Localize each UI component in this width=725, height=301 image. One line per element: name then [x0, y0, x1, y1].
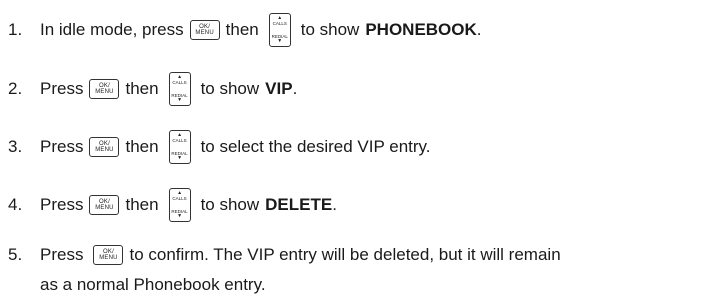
- step-text: Press: [40, 245, 84, 264]
- calls-redial-key-icon: ▲ CALLS REDIAL ▼: [168, 130, 191, 164]
- step-4: 4. Press OK/MENU then ▲ CALLS REDIAL ▼ t…: [8, 188, 337, 222]
- step-number: 2.: [8, 79, 23, 98]
- step-suffix: to show: [200, 79, 260, 98]
- calls-redial-key-icon: ▲ CALLS REDIAL ▼: [268, 13, 291, 47]
- step-target: PHONEBOOK: [365, 20, 477, 39]
- step-1: 1. In idle mode, press OK/MENU then ▲ CA…: [8, 13, 482, 47]
- ok-menu-key-icon: OK/MENU: [89, 195, 120, 215]
- step-text: Press: [40, 195, 84, 214]
- step-connector: then: [125, 79, 159, 98]
- ok-menu-key-icon: OK/MENU: [89, 137, 120, 157]
- step-connector: then: [225, 20, 259, 39]
- step-5: 5. Press OK/MENU to confirm. The VIP ent…: [8, 245, 561, 265]
- step-target: VIP: [265, 79, 293, 98]
- step-suffix: to select the desired VIP entry.: [200, 137, 431, 156]
- step-2: 2. Press OK/MENU then ▲ CALLS REDIAL ▼ t…: [8, 72, 297, 106]
- step-connector: then: [125, 137, 159, 156]
- step-connector: then: [125, 195, 159, 214]
- step-3: 3. Press OK/MENU then ▲ CALLS REDIAL ▼ t…: [8, 130, 431, 164]
- calls-redial-key-icon: ▲ CALLS REDIAL ▼: [168, 72, 191, 106]
- step-number: 1.: [8, 20, 23, 39]
- step-suffix: to show: [200, 195, 260, 214]
- step-5-continuation: as a normal Phonebook entry.: [40, 275, 266, 294]
- ok-menu-key-icon: OK/MENU: [89, 79, 120, 99]
- step-number: 4.: [8, 195, 23, 214]
- step-text: In idle mode, press: [40, 20, 184, 39]
- calls-redial-key-icon: ▲ CALLS REDIAL ▼: [168, 188, 191, 222]
- step-target: DELETE: [265, 195, 333, 214]
- step-text: Press: [40, 137, 84, 156]
- instruction-steps: 1. In idle mode, press OK/MENU then ▲ CA…: [0, 0, 725, 301]
- step-suffix: to show: [300, 20, 360, 39]
- ok-menu-key-icon: OK/MENU: [93, 245, 124, 265]
- ok-menu-key-icon: OK/MENU: [189, 20, 220, 40]
- step-number: 3.: [8, 137, 23, 156]
- step-number: 5.: [8, 245, 23, 264]
- step-suffix: to confirm. The VIP entry will be delete…: [129, 245, 561, 264]
- step-text: Press: [40, 79, 84, 98]
